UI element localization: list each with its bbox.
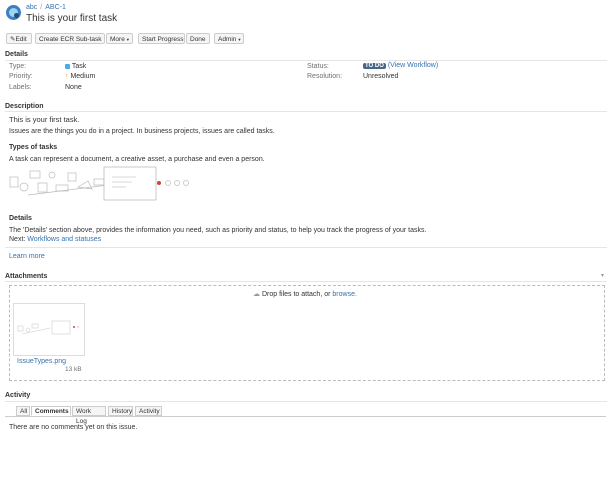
task-icon [65,63,70,69]
resolution-value: Unresolved [363,73,399,80]
breadcrumb: abc / ABC-1 [26,4,66,11]
project-avatar[interactable] [6,5,21,20]
breadcrumb-issue-link[interactable]: ABC-1 [45,4,66,11]
tab-all[interactable]: All [16,406,30,416]
labels-value: None [65,84,82,91]
edit-button[interactable]: ✎Edit [6,33,32,44]
drop-text: Drop files to attach, or [261,291,331,298]
tab-comments[interactable]: Comments [31,406,71,416]
divider [5,60,607,61]
attachments-heading: Attachments [5,273,48,280]
divider [5,401,607,402]
arrow-up-icon: ↑ [65,73,69,80]
upload-icon: ☁ [253,291,260,298]
issue-types-illustration [9,166,189,201]
attachments-options-icon[interactable]: ▾ [601,272,604,279]
description-line: Issues are the things you do in a projec… [9,128,275,135]
attachment-filename[interactable]: IssueTypes.png [17,358,66,365]
attachment-dropzone[interactable] [9,285,605,381]
tab-baseline [5,416,606,417]
drop-zone-message: ☁ Drop files to attach, or browse. [253,290,357,298]
next-label: Next: [9,236,26,243]
breadcrumb-project-link[interactable]: abc [26,4,37,11]
type-label: Type: [9,63,27,70]
divider [5,281,607,282]
create-subtask-button[interactable]: Create ECR Sub-task [35,33,105,44]
labels-label: Labels: [9,84,32,91]
description-heading: Description [5,103,44,110]
activity-heading: Activity [5,392,31,399]
admin-button[interactable]: Admin▼ [214,33,244,44]
details-heading: Details [5,51,28,58]
no-comments-message: There are no comments yet on this issue. [9,424,138,431]
status-badge: TO DO [363,63,386,69]
tab-history[interactable]: History [108,406,133,416]
priority-label: Priority: [9,73,33,80]
tab-activity[interactable]: Activity [135,406,162,416]
details-subheading: Details [9,215,32,222]
workflows-link[interactable]: Workflows and statuses [27,236,101,243]
start-progress-button[interactable]: Start Progress [138,33,185,44]
next-line: Next: Workflows and statuses [9,236,101,243]
status-value: TO DO (View Workflow) [363,62,438,69]
description-intro: This is your first task. [9,115,80,124]
attachment-size: 13 kB [65,366,82,373]
issue-title[interactable]: This is your first task [26,13,117,24]
done-button[interactable]: Done [186,33,210,44]
resolution-label: Resolution: [307,73,343,80]
more-button[interactable]: More▼ [106,33,133,44]
type-value: Task [65,63,86,70]
status-label: Status: [307,63,329,70]
priority-value: ↑ Medium [65,73,96,80]
attachment-thumbnail[interactable] [13,303,85,356]
learn-more-link[interactable]: Learn more [9,253,45,260]
tab-work-log[interactable]: Work Log [72,406,106,425]
image-thumbnail-icon [17,320,80,335]
browse-link[interactable]: browse. [332,291,357,298]
types-text: A task can represent a document, a creat… [9,156,265,163]
view-workflow-link[interactable]: (View Workflow) [388,62,438,69]
chevron-down-icon: ▼ [237,37,242,42]
chevron-down-icon: ▼ [125,37,130,42]
types-heading: Types of tasks [9,144,58,151]
details-text: The 'Details' section above, provides th… [9,227,427,234]
divider [5,111,607,112]
divider [5,247,607,248]
